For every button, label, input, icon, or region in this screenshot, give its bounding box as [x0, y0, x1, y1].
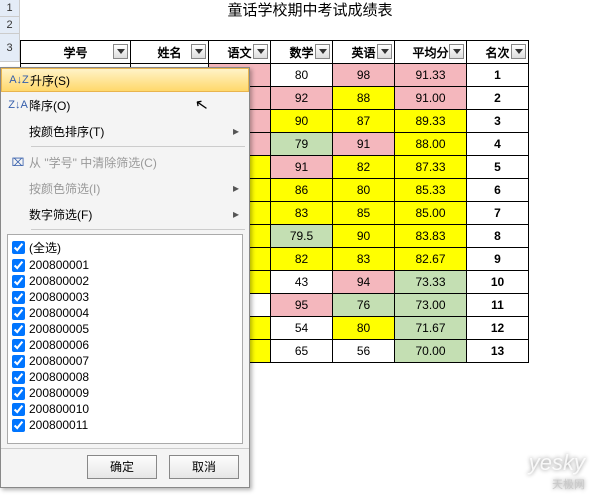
row-header[interactable]: 3	[0, 34, 20, 62]
cancel-button[interactable]: 取消	[169, 455, 239, 479]
filter-value-checkbox[interactable]: 200800004	[12, 305, 238, 321]
filter-value-checkbox[interactable]: 200800008	[12, 369, 238, 385]
header-id: 学号	[21, 41, 131, 64]
ok-button[interactable]: 确定	[87, 455, 157, 479]
row-header[interactable]: 1	[0, 0, 20, 17]
filter-by-color-item: 按颜色筛选(I)▸	[1, 175, 249, 201]
filter-dropdown-id[interactable]	[113, 44, 128, 59]
clear-filter-item: ⌧ 从 "学号" 中清除筛选(C)	[1, 149, 249, 175]
sheet-title: 童话学校期中考试成绩表	[20, 0, 600, 22]
filter-value-checkbox[interactable]: 200800003	[12, 289, 238, 305]
sort-desc-item[interactable]: Z↓A 降序(O)	[1, 92, 249, 118]
filter-value-checkbox[interactable]: 200800001	[12, 257, 238, 273]
sort-asc-icon: A↓Z	[8, 74, 30, 86]
header-rank: 名次	[467, 41, 529, 64]
header-avg: 平均分	[395, 41, 467, 64]
filter-value-checkbox[interactable]: 200800009	[12, 385, 238, 401]
header-name: 姓名	[131, 41, 209, 64]
filter-value-checkbox[interactable]: 200800005	[12, 321, 238, 337]
chevron-right-icon: ▸	[233, 181, 239, 195]
filter-dropdown-c1[interactable]	[253, 44, 268, 59]
watermark: yesky 天极网	[529, 450, 585, 492]
header-c1: 语文	[209, 41, 271, 64]
filter-value-checkbox[interactable]: 200800010	[12, 401, 238, 417]
filter-value-checkbox[interactable]: 200800007	[12, 353, 238, 369]
chevron-right-icon: ▸	[233, 124, 239, 138]
sort-by-color-item[interactable]: 按颜色排序(T)▸	[1, 118, 249, 144]
filter-value-checkbox[interactable]: 200800006	[12, 337, 238, 353]
sort-desc-icon: Z↓A	[7, 99, 29, 111]
menu-separator	[31, 146, 245, 147]
sort-asc-item[interactable]: A↓Z 升序(S)	[1, 68, 249, 92]
filter-dropdown-c3[interactable]	[377, 44, 392, 59]
menu-separator	[31, 229, 245, 230]
row-header[interactable]: 2	[0, 17, 20, 34]
header-c2: 数学	[271, 41, 333, 64]
header-c3: 英语	[333, 41, 395, 64]
filter-value-checkbox[interactable]: 200800011	[12, 417, 238, 433]
chevron-right-icon: ▸	[233, 207, 239, 221]
filter-dropdown-rank[interactable]	[511, 44, 526, 59]
number-filter-item[interactable]: 数字筛选(F)▸	[1, 201, 249, 227]
clear-filter-icon: ⌧	[7, 156, 29, 169]
filter-menu: A↓Z 升序(S) Z↓A 降序(O) 按颜色排序(T)▸ ⌧ 从 "学号" 中…	[0, 67, 250, 488]
filter-dropdown-name[interactable]	[191, 44, 206, 59]
filter-dropdown-avg[interactable]	[449, 44, 464, 59]
filter-values-panel[interactable]: (全选) 20080000120080000220080000320080000…	[7, 234, 243, 444]
select-all-checkbox[interactable]: (全选)	[12, 239, 238, 255]
filter-value-checkbox[interactable]: 200800002	[12, 273, 238, 289]
filter-dropdown-c2[interactable]	[315, 44, 330, 59]
